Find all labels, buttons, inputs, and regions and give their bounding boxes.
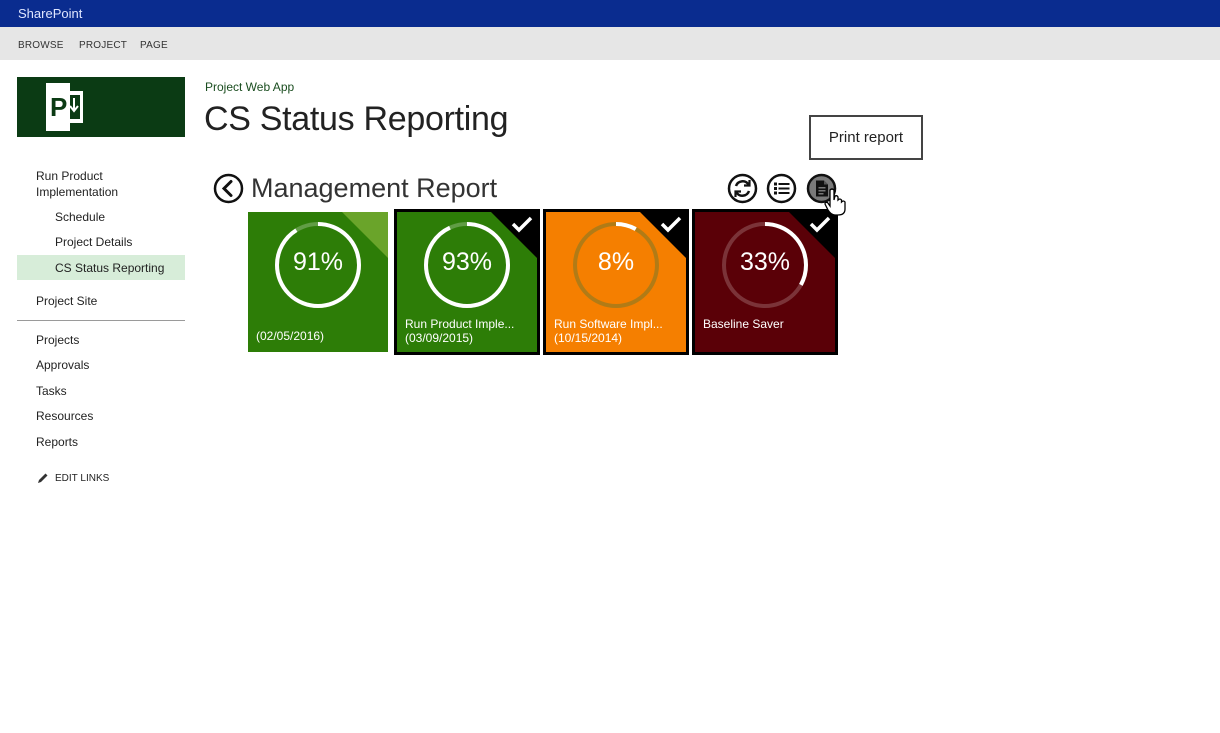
svg-text:P: P (50, 92, 67, 122)
tile-date: (02/05/2016) (256, 329, 325, 343)
project-logo[interactable]: P (17, 77, 185, 137)
tile-percent: 91% (292, 248, 344, 276)
tile-project-name: Run Software Impl... (554, 317, 663, 331)
nav-item-projects[interactable]: Projects (36, 333, 79, 347)
project-tile-4[interactable]: 33% Baseline Saver (692, 209, 838, 355)
report-header: Management Report (213, 170, 497, 206)
nav-item-tasks[interactable]: Tasks (36, 384, 67, 398)
tab-project[interactable]: PROJECT (79, 40, 127, 51)
suite-bar: SharePoint (0, 0, 1220, 27)
sharepoint-brand[interactable]: SharePoint (18, 6, 82, 21)
page-title: CS Status Reporting (204, 100, 509, 138)
project-tile-2[interactable]: 93% Run Product Imple... (03/09/2015) (394, 209, 540, 355)
print-report-tooltip: Print report (809, 115, 923, 160)
project-tile-3[interactable]: 8% Run Software Impl... (10/15/2014) (543, 209, 689, 355)
breadcrumb[interactable]: Project Web App (205, 80, 294, 94)
list-icon[interactable] (766, 173, 797, 204)
tab-page[interactable]: PAGE (140, 40, 168, 51)
ribbon: BROWSE PROJECT PAGE (0, 27, 1220, 60)
hand-cursor-icon (824, 188, 846, 216)
edit-links-label: EDIT LINKS (55, 472, 110, 484)
project-logo-icon: P (46, 83, 83, 131)
checkmark-icon (809, 216, 831, 233)
nav-item-reports[interactable]: Reports (36, 435, 78, 449)
tile-date: (10/15/2014) (554, 331, 623, 345)
tooltip-text: Print report (828, 129, 904, 146)
nav-item-project-details[interactable]: Project Details (55, 235, 132, 249)
edit-links-button[interactable]: EDIT LINKS (37, 472, 109, 484)
tab-browse[interactable]: BROWSE (18, 40, 64, 51)
checkmark-icon (511, 216, 533, 233)
report-title: Management Report (251, 172, 498, 203)
tile-percent: 93% (441, 248, 493, 276)
checkmark-icon (660, 216, 682, 233)
tile-percent: 8% (597, 248, 635, 276)
tile-project-name: Baseline Saver (703, 317, 784, 331)
nav-item-project-site[interactable]: Project Site (36, 294, 97, 308)
pencil-icon (38, 473, 48, 483)
tile-date: (03/09/2015) (405, 331, 474, 345)
nav-item-resources[interactable]: Resources (36, 409, 93, 423)
nav-item-approvals[interactable]: Approvals (36, 358, 89, 372)
project-tile-1[interactable]: 91% (02/05/2016) (248, 212, 388, 352)
tile-percent: 33% (739, 248, 791, 276)
nav-item-schedule[interactable]: Schedule (55, 210, 105, 224)
refresh-icon[interactable] (727, 173, 758, 204)
nav-divider (17, 320, 185, 321)
back-arrow-icon[interactable] (213, 173, 244, 204)
tile-project-name: Run Product Imple... (405, 317, 515, 331)
nav-item-run-product-implementation[interactable]: Run Product Implementation (36, 168, 166, 200)
nav-item-cs-status-reporting[interactable]: CS Status Reporting (55, 261, 164, 275)
